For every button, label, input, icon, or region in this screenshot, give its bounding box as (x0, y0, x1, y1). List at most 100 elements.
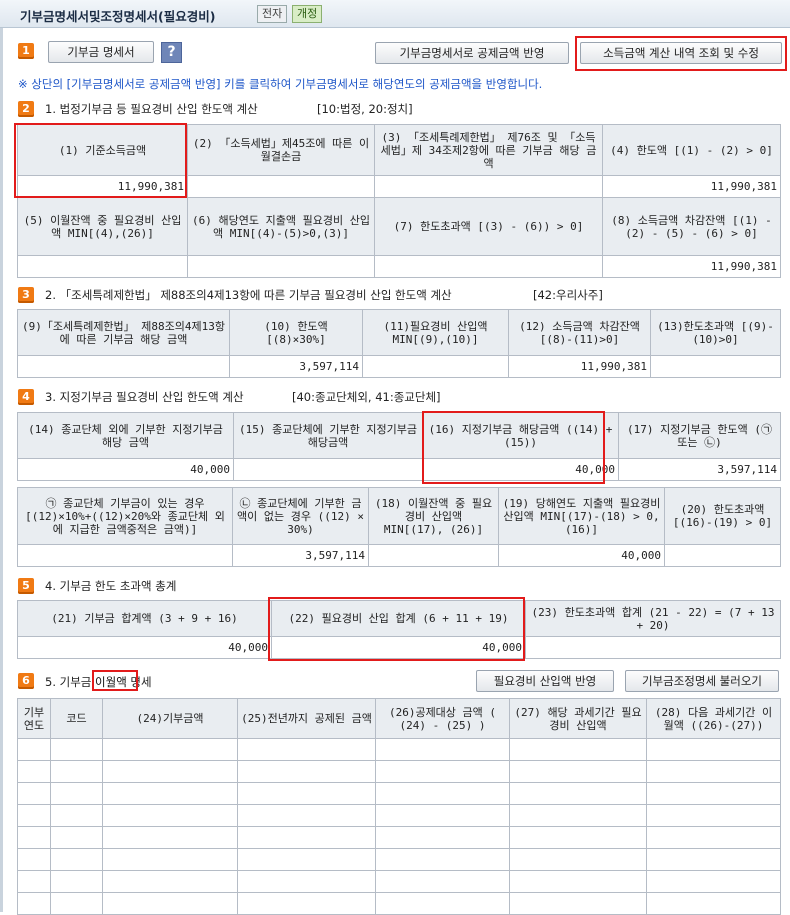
section1-title: 1. 법정기부금 등 필요경비 산입 한도액 계산 (45, 102, 258, 116)
s2-h9: (9)「조세특례제한법」 제88조의4제13항에 따른 기부금 해당 금액 (17, 309, 230, 356)
section4-title: 4. 기부금 한도 초과액 총계 (45, 579, 177, 593)
window-title: 기부금명세서및조정명세서(필요경비) (20, 9, 216, 24)
help-icon[interactable]: ? (161, 42, 182, 63)
s2-h12: (12) 소득금액 차감잔액 [(8)-(11)>0] (508, 309, 651, 356)
revision-tag[interactable]: 개정 (292, 5, 323, 23)
s1-h1: (1) 기준소득금액 (17, 124, 188, 176)
s2-h10: (10) 한도액 [(8)×30%] (229, 309, 363, 356)
section-badge-3: 3 (18, 287, 34, 303)
left-border-strip (0, 28, 3, 912)
section2-title: 2. 「조세특례제한법」 제88조의4제13항에 따른 기부금 필요경비 산입 … (45, 288, 452, 302)
s3-v20[interactable] (664, 544, 781, 567)
s1-v6[interactable] (187, 255, 375, 278)
section2-table: (9)「조세특례제한법」 제88조의4제13항에 따른 기부금 해당 금액 (1… (17, 309, 781, 378)
section5-title-suffix: 명세 (126, 675, 152, 689)
s2-v13[interactable] (650, 355, 781, 378)
s3-h15: (15) 종교단체에 기부한 지정기부금 해당금액 (233, 412, 423, 459)
section-badge-2: 2 (18, 101, 34, 117)
s1-v3[interactable] (374, 175, 603, 198)
section-badge-6: 6 (18, 673, 34, 689)
s1-h3: (3) 「조세특례제한법」 제76조 및 「소득세법」제 34조제2항에 따른 … (374, 124, 603, 176)
s3-v16[interactable]: 40,000 (422, 458, 619, 481)
s3-v19[interactable]: 40,000 (498, 544, 665, 567)
s2-v10[interactable]: 3,597,114 (229, 355, 363, 378)
s3-v15[interactable] (233, 458, 423, 481)
s1-v4[interactable]: 11,990,381 (602, 175, 781, 198)
s4-v22[interactable]: 40,000 (271, 636, 526, 659)
s1-v8[interactable]: 11,990,381 (602, 255, 781, 278)
s3-h20: (20) 한도초과액 [(16)-(19) > 0] (664, 487, 781, 545)
s2-v9[interactable] (17, 355, 230, 378)
section4-table: (21) 기부금 합계액 (3 + 9 + 16) (22) 필요경비 산입 합… (17, 600, 781, 659)
s3-h19: (19) 당해연도 지출액 필요경비 산입액 MIN[(17)-(18) > 0… (498, 487, 665, 545)
section2-note: [42:우리사주] (533, 288, 603, 302)
tab-donation-statement[interactable]: 기부금 명세서 (48, 41, 154, 63)
table-row[interactable] (17, 892, 781, 915)
table-row[interactable] (17, 804, 781, 827)
section1-table: (1) 기준소득금액 (2) 「소득세법」제45조에 따른 이월결손금 (3) … (17, 124, 781, 278)
s3-h14: (14) 종교단체 외에 기부한 지정기부금 해당 금액 (17, 412, 234, 459)
s1-v2[interactable] (187, 175, 375, 198)
s1-v5[interactable] (17, 255, 188, 278)
section-badge-1: 1 (18, 43, 34, 59)
section5-title-highlight: 이월액 (95, 675, 127, 689)
s3-h18: (18) 이월잔액 중 필요경비 산입액 MIN[(17), (26)] (368, 487, 499, 545)
section-badge-4: 4 (18, 389, 34, 405)
s1-h4: (4) 한도액 [(1) - (2) > 0] (602, 124, 781, 176)
s2-h13: (13)한도초과액 [(9)-(10)>0] (650, 309, 781, 356)
section3-row2-table: ㉠ 종교단체 기부금이 있는 경우 [(12)×10%+((12)×20%와 종… (17, 487, 781, 567)
s1-v1-base-income[interactable]: 11,990,381 (17, 175, 188, 198)
table-row[interactable] (17, 738, 781, 761)
section5-title-prefix: 5. 기부금 (45, 675, 96, 689)
table-row[interactable] (17, 760, 781, 783)
section1-note: [10:법정, 20:정치] (317, 102, 413, 116)
s3-h17: (17) 지정기부금 한도액 (㉠ 또는 ㉡) (618, 412, 781, 459)
s3-ha: ㉠ 종교단체 기부금이 있는 경우 [(12)×10%+((12)×20%와 종… (17, 487, 233, 545)
s4-v23[interactable] (525, 636, 781, 659)
col-current-expense: (27) 해당 과세기간 필요경비 산입액 (509, 698, 647, 739)
reflect-deduction-button[interactable]: 기부금명세서로 공제금액 반영 (375, 42, 569, 64)
table-row[interactable] (17, 782, 781, 805)
table-row[interactable] (17, 870, 781, 893)
section5-title: 5. 기부금 이월액 명세 (45, 674, 152, 690)
col-deductible-amount: (26)공제대상 금액 ( (24) - (25) ) (375, 698, 510, 739)
s4-h23: (23) 한도초과액 합계 (21 - 22) = (7 + 13 + 20) (525, 600, 781, 637)
s2-v11[interactable] (362, 355, 509, 378)
s2-h11: (11)필요경비 산입액 MIN[(9),(10)] (362, 309, 509, 356)
s3-v18[interactable] (368, 544, 499, 567)
notice-text: ※ 상단의 [기부금명세서로 공제금액 반영] 키를 클릭하여 기부금명세서로 … (18, 77, 543, 91)
s3-hb: ㉡ 종교단체에 기부한 금액이 없는 경우 ((12) × 30%) (232, 487, 369, 545)
title-bar: 기부금명세서및조정명세서(필요경비) 전자 개정 (0, 0, 790, 28)
table-row[interactable] (17, 826, 781, 849)
col-donation-amount: (24)기부금액 (102, 698, 238, 739)
col-code: 코드 (50, 698, 103, 739)
s2-v12[interactable]: 11,990,381 (508, 355, 651, 378)
electronic-tag[interactable]: 전자 (257, 5, 288, 23)
s1-h5: (5) 이월잔액 중 필요경비 산입액 MIN[(4),(26)] (17, 197, 188, 256)
col-donation-year: 기부 연도 (17, 698, 51, 739)
s3-va[interactable] (17, 544, 233, 567)
s1-h6: (6) 해당연도 지출액 필요경비 산입액 MIN[(4)-(5)>0,(3)] (187, 197, 375, 256)
s1-h8: (8) 소득금액 차감잔액 [(1) - (2) - (5) - (6) > 0… (602, 197, 781, 256)
section-badge-5: 5 (18, 578, 34, 594)
s3-v14[interactable]: 40,000 (17, 458, 234, 481)
section3-row1-table: (14) 종교단체 외에 기부한 지정기부금 해당 금액 (15) 종교단체에 … (17, 412, 781, 481)
col-next-carryover: (28) 다음 과세기간 이월액 ((26)-(27)) (646, 698, 781, 739)
s1-v7[interactable] (374, 255, 603, 278)
s1-h2: (2) 「소득세법」제45조에 따른 이월결손금 (187, 124, 375, 176)
s3-h16: (16) 지정기부금 해당금액 ((14) + (15)) (422, 412, 619, 459)
income-inquiry-button[interactable]: 소득금액 계산 내역 조회 및 수정 (580, 42, 782, 64)
col-prior-deducted: (25)전년까지 공제된 금액 (237, 698, 376, 739)
s4-h21: (21) 기부금 합계액 (3 + 9 + 16) (17, 600, 272, 637)
s1-h7: (7) 한도초과액 [(3) - (6)) > 0] (374, 197, 603, 256)
carryover-table: 기부 연도 코드 (24)기부금액 (25)전년까지 공제된 금액 (26)공제… (17, 698, 781, 915)
s4-h22: (22) 필요경비 산입 합계 (6 + 11 + 19) (271, 600, 526, 637)
load-adjustment-button[interactable]: 기부금조정명세 불러오기 (625, 670, 779, 692)
reflect-expense-button[interactable]: 필요경비 산입액 반영 (476, 670, 614, 692)
s4-v21[interactable]: 40,000 (17, 636, 272, 659)
s3-vb[interactable]: 3,597,114 (232, 544, 369, 567)
section3-note: [40:종교단체외, 41:종교단체] (292, 390, 441, 404)
table-row[interactable] (17, 848, 781, 871)
s3-v17[interactable]: 3,597,114 (618, 458, 781, 481)
section3-title: 3. 지정기부금 필요경비 산입 한도액 계산 (45, 390, 244, 404)
